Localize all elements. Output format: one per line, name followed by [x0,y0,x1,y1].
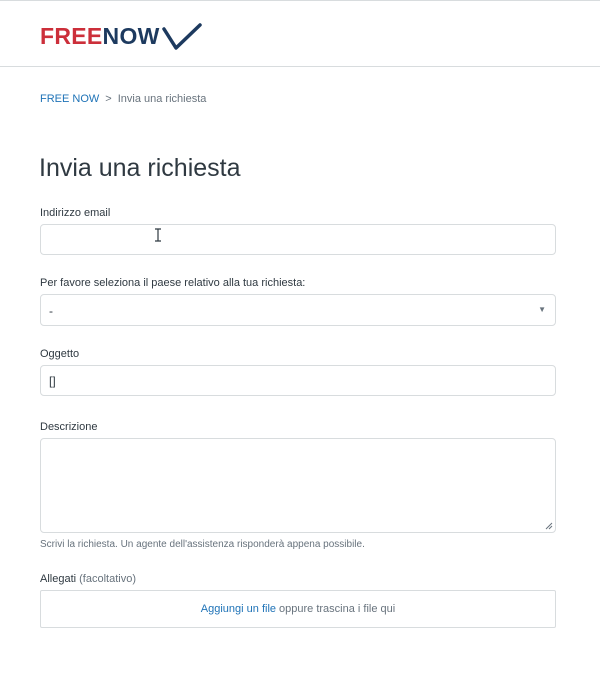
text-cursor-icon [155,228,161,242]
description-hint: Scrivi la richiesta. Un agente dell'assi… [40,539,365,550]
logo-text-now: NOW [102,23,160,49]
country-select[interactable]: - ▼ [40,294,556,326]
breadcrumb: FREE NOW > Invia una richiesta [40,93,206,105]
breadcrumb-separator: > [105,93,112,105]
attachments-dropzone[interactable]: Aggiungi un file oppure trascina i file … [40,590,556,628]
logo-check-icon [161,23,202,50]
resize-grip-icon[interactable] [545,522,553,530]
email-label: Indirizzo email [40,207,111,219]
breadcrumb-current: Invia una richiesta [117,93,207,105]
dropzone-text: oppure trascina i file qui [279,603,396,615]
chevron-down-icon: ▼ [538,305,546,314]
site-header: FREE NOW [0,1,600,67]
breadcrumb-home-link[interactable]: FREE NOW [40,93,99,105]
add-file-link[interactable]: Aggiungi un file [201,603,276,615]
email-field[interactable] [40,224,556,255]
description-textarea[interactable] [40,438,556,533]
attachments-optional: (facoltativo) [79,573,136,585]
logo-text-free: FREE [40,23,103,49]
subject-value: [] [49,374,56,388]
subject-field[interactable]: [] [40,365,556,396]
page-title: Invia una richiesta [39,154,241,182]
attachments-label: Allegati (facoltativo) [40,573,136,585]
country-label: Per favore seleziona il paese relativo a… [40,277,306,289]
country-selected-value: - [49,304,53,318]
freenow-logo[interactable]: FREE NOW [40,21,202,51]
attachments-label-text: Allegati [40,573,77,585]
description-label: Descrizione [40,421,98,433]
subject-label: Oggetto [40,348,80,360]
